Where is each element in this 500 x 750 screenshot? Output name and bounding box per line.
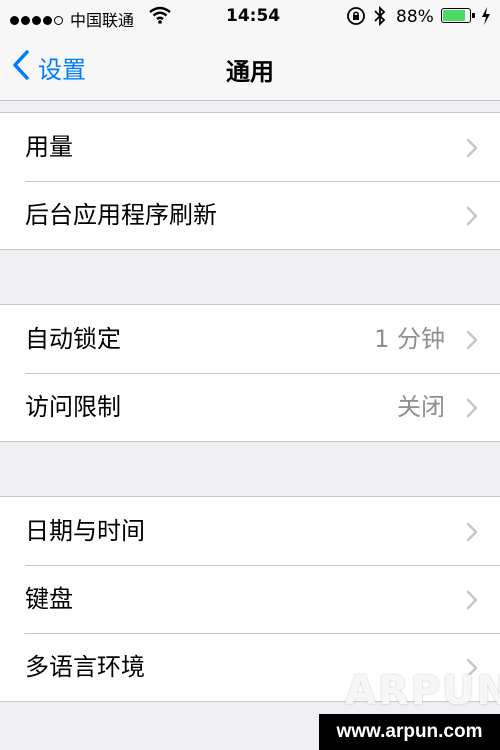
chevron-right-icon	[466, 590, 478, 614]
settings-row-background-app-refresh[interactable]: 后台应用程序刷新	[0, 181, 500, 249]
charging-icon	[480, 6, 492, 31]
navigation-bar: 设置 通用	[0, 34, 500, 101]
settings-group-usage: 用量 后台应用程序刷新	[0, 112, 500, 250]
settings-row-date-time[interactable]: 日期与时间	[0, 497, 500, 565]
watermark-url: www.arpun.com	[319, 714, 500, 750]
row-label: 多语言环境	[25, 653, 145, 681]
row-value: 1 分钟	[374, 325, 445, 353]
chevron-right-icon	[466, 522, 478, 546]
row-label: 用量	[25, 133, 73, 161]
row-label: 键盘	[25, 585, 73, 613]
settings-group-lock: 自动锁定 1 分钟 访问限制 关闭	[0, 304, 500, 442]
settings-row-auto-lock[interactable]: 自动锁定 1 分钟	[0, 305, 500, 373]
row-label: 日期与时间	[25, 517, 145, 545]
wifi-icon	[148, 5, 172, 30]
carrier-name: 中国联通	[70, 11, 135, 30]
status-bar: 中国联通 14:54 88%	[0, 0, 500, 34]
rotation-lock-icon	[346, 6, 366, 31]
watermark-logo: ARPUN	[345, 668, 500, 714]
page-title: 通用	[226, 58, 274, 86]
status-time: 14:54	[226, 6, 281, 26]
battery-icon	[441, 8, 475, 23]
battery-percent: 88%	[396, 7, 434, 27]
row-label: 后台应用程序刷新	[25, 201, 217, 229]
chevron-right-icon	[466, 330, 478, 354]
bluetooth-icon	[373, 5, 387, 32]
settings-row-keyboard[interactable]: 键盘	[0, 565, 500, 633]
settings-row-restrictions[interactable]: 访问限制 关闭	[0, 373, 500, 441]
row-label: 访问限制	[25, 393, 121, 421]
row-value: 关闭	[397, 393, 445, 421]
settings-row-usage[interactable]: 用量	[0, 113, 500, 181]
signal-strength-icon	[10, 10, 65, 30]
chevron-right-icon	[466, 138, 478, 162]
chevron-right-icon	[466, 206, 478, 230]
chevron-right-icon	[466, 398, 478, 422]
row-label: 自动锁定	[25, 325, 121, 353]
